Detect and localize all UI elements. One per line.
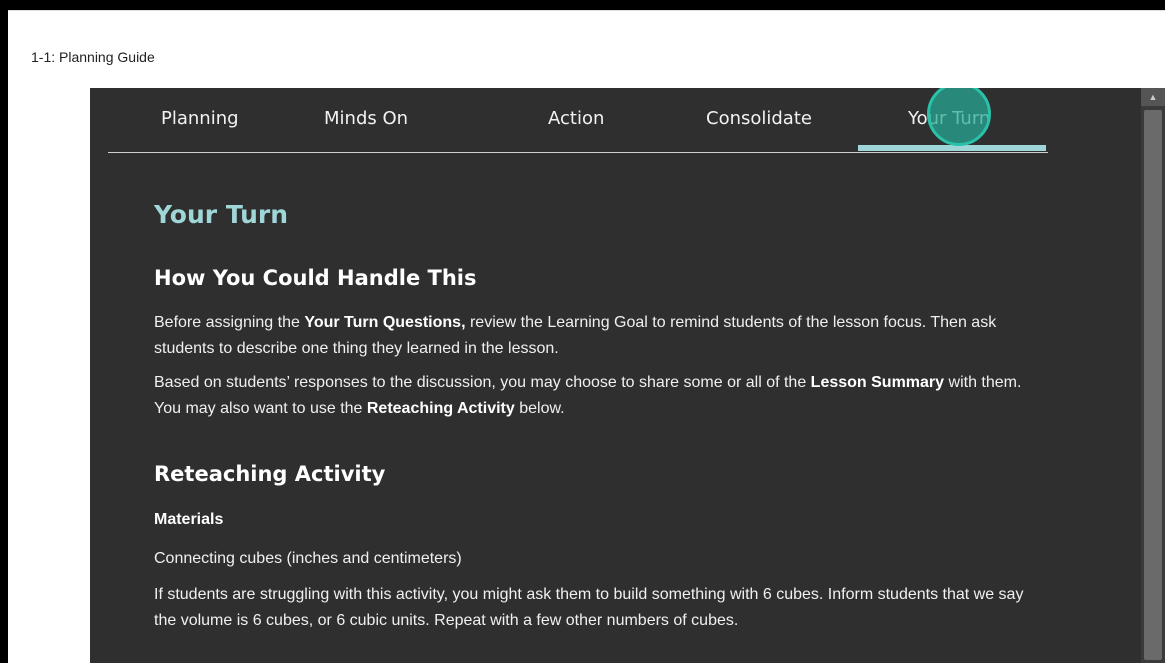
materials-heading: Materials [154,511,224,528]
active-tab-indicator [858,145,1046,151]
bold-lesson-summary: Lesson Summary [810,374,945,391]
tab-action[interactable]: Action [548,108,604,129]
text-segment: Before assigning the [154,314,305,331]
materials-text: Connecting cubes (inches and centimeters… [154,550,462,567]
tab-minds-on[interactable]: Minds On [324,108,408,129]
paragraph-struggling: If students are struggling with this act… [154,586,1024,629]
paragraph-based-on-responses: Based on students’ responses to the disc… [154,370,1024,422]
vertical-scrollbar[interactable]: ▲ [1141,88,1165,663]
tab-planning[interactable]: Planning [161,108,239,129]
section-heading-reteaching: Reteaching Activity [154,462,386,486]
paragraph-before-assigning: Before assigning the Your Turn Questions… [154,310,1024,362]
bold-reteaching-activity: Reteaching Activity [366,400,515,417]
text-segment: Based on students’ responses to the disc… [154,374,811,391]
scroll-up-icon[interactable]: ▲ [1141,88,1165,106]
window-title: 1-1: Planning Guide [31,49,155,65]
tab-bar: Planning Minds On Action Consolidate You… [108,88,1048,153]
text-segment: below. [514,400,565,417]
cursor-click-indicator [927,88,991,146]
title-bar: 1-1: Planning Guide [8,10,1165,89]
tab-consolidate[interactable]: Consolidate [706,108,812,129]
app-window: 1-1: Planning Guide Planning Minds On Ac… [8,10,1165,663]
planning-guide-panel: Planning Minds On Action Consolidate You… [90,88,1141,663]
scrollbar-thumb[interactable] [1144,110,1162,660]
bold-your-turn-questions: Your Turn Questions, [304,314,466,331]
section-heading-handle: How You Could Handle This [154,266,477,290]
page-title: Your Turn [154,200,289,229]
